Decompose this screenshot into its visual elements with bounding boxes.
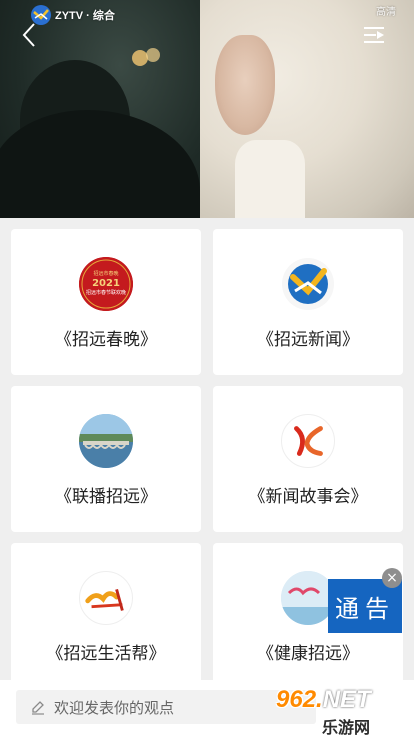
program-card-news-story[interactable]: 《新闻故事会》: [213, 386, 403, 532]
back-button[interactable]: [14, 20, 44, 50]
story-logo-icon: [281, 414, 335, 468]
spring-gala-icon: 招远市春晚 2021 招远市春节联欢晚: [79, 257, 133, 311]
watermark-name: 乐游网: [322, 718, 371, 736]
program-label: 《招远春晚》: [55, 330, 157, 350]
close-icon[interactable]: ×: [382, 568, 402, 588]
video-player[interactable]: ZYTV · 综合 高清: [0, 0, 414, 218]
channel-logo-text: ZYTV · 综合: [55, 10, 115, 22]
program-label: 《招远生活帮》: [46, 644, 166, 664]
life-help-icon: [79, 571, 133, 625]
playlist-icon[interactable]: [362, 24, 386, 46]
quality-label[interactable]: 高清: [376, 3, 396, 18]
program-card-spring-gala[interactable]: 招远市春晚 2021 招远市春节联欢晚 《招远春晚》: [11, 229, 201, 375]
watermark-number: 962.: [276, 686, 323, 713]
comment-placeholder: 欢迎发表你的观点: [54, 698, 175, 717]
badge-line-2: 2021: [92, 278, 120, 289]
watermark-net: NET: [322, 686, 371, 713]
program-card-joint-broadcast[interactable]: 《联播招远》: [11, 386, 201, 532]
health-icon: [281, 571, 335, 625]
badge-line-3: 招远市春节联欢晚: [86, 289, 126, 296]
news-logo-icon: [281, 257, 335, 311]
program-label: 《健康招远》: [257, 644, 359, 664]
video-light: [146, 48, 160, 62]
video-figure-collar: [235, 140, 305, 218]
video-figure-face: [215, 35, 275, 135]
badge-line-1: 招远市春晚: [93, 270, 118, 277]
pencil-icon: [32, 701, 44, 715]
program-label: 《新闻故事会》: [248, 487, 368, 507]
program-label: 《招远新闻》: [257, 330, 359, 350]
program-card-life-help[interactable]: 《招远生活帮》: [11, 543, 201, 689]
watermark-logo: 962.NET: [276, 686, 371, 714]
bridge-photo-icon: [79, 414, 133, 468]
comment-input[interactable]: 欢迎发表你的观点: [16, 690, 316, 724]
program-card-news[interactable]: 《招远新闻》: [213, 229, 403, 375]
site-watermark: 962.NET 乐游网: [276, 686, 412, 736]
program-label: 《联播招远》: [55, 487, 157, 507]
chevron-left-icon: [22, 23, 35, 47]
